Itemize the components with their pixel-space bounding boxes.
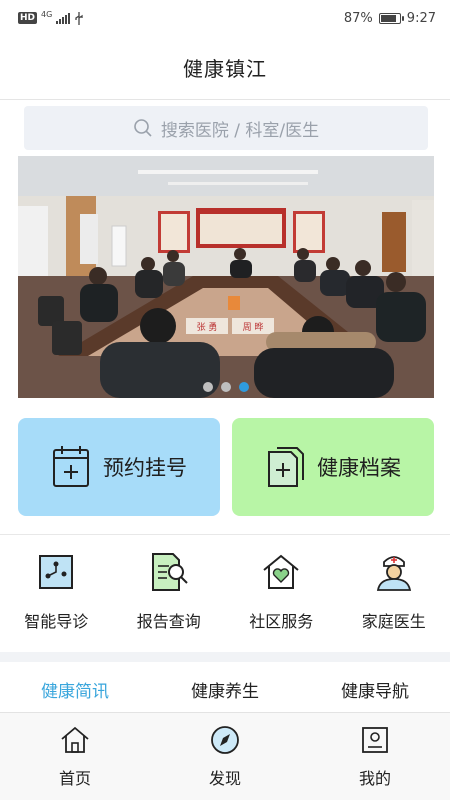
tab-health-care[interactable]: 健康养生 (150, 672, 300, 712)
service-family-doctor[interactable]: 家庭医生 (338, 552, 450, 640)
big-cards: 预约挂号 健康档案 (18, 418, 434, 516)
community-home-icon (263, 554, 299, 589)
banner-image: 张 勇 周 晔 (18, 156, 434, 398)
nameplate-2: 周 晔 (243, 321, 264, 333)
app-header: 健康镇江 (0, 36, 450, 100)
tab-health-navigation[interactable]: 健康导航 (300, 672, 450, 712)
service-label: 智能导诊 (24, 612, 89, 631)
appointment-button[interactable]: 预约挂号 (18, 418, 220, 516)
signal-icon (56, 12, 71, 24)
smart-guide-icon (39, 555, 74, 589)
battery-percent: 87% (343, 10, 373, 26)
carousel-dots (18, 382, 434, 392)
search-placeholder: 搜索医院 / 科室/医生 (160, 120, 320, 141)
carousel-dot[interactable] (239, 382, 249, 392)
service-smart-guide[interactable]: 智能导诊 (0, 552, 113, 640)
doctor-icon (376, 556, 411, 591)
news-tabs: 健康简讯 健康养生 健康导航 (0, 672, 450, 712)
status-bar: HD 4G 87% 9:27 (0, 0, 450, 36)
service-label: 报告查询 (136, 612, 201, 631)
health-record-label: 健康档案 (317, 456, 401, 480)
appointment-label: 预约挂号 (103, 456, 187, 480)
search-input[interactable]: 搜索医院 / 科室/医生 (24, 106, 428, 150)
hd-badge: HD (18, 12, 38, 24)
nav-label: 首页 (58, 769, 91, 788)
section-separator (0, 652, 450, 662)
nav-profile[interactable]: 我的 (300, 713, 450, 800)
nav-label: 我的 (358, 769, 391, 788)
carousel-dot[interactable] (203, 382, 213, 392)
nav-home[interactable]: 首页 (0, 713, 150, 800)
nav-discover[interactable]: 发现 (150, 713, 300, 800)
status-right: 87% 9:27 (344, 11, 436, 26)
network-type: 4G (41, 9, 53, 19)
clock: 9:27 (406, 10, 436, 26)
bottom-nav: 首页 发现 我的 (0, 712, 450, 800)
service-label: 社区服务 (249, 612, 314, 631)
report-search-icon (151, 553, 188, 591)
status-left: HD 4G (18, 9, 84, 25)
service-community[interactable]: 社区服务 (225, 552, 338, 640)
carousel-dot[interactable] (221, 382, 231, 392)
service-report-search[interactable]: 报告查询 (113, 552, 226, 640)
search-icon (134, 119, 152, 137)
service-label: 家庭医生 (361, 612, 426, 631)
calendar-plus-icon (53, 446, 89, 487)
divider (0, 534, 450, 535)
document-plus-icon (268, 447, 304, 487)
banner-carousel[interactable]: 张 勇 周 晔 (18, 156, 434, 398)
page-title: 健康镇江 (183, 57, 267, 81)
health-record-button[interactable]: 健康档案 (232, 418, 434, 516)
profile-icon (362, 727, 388, 753)
home-icon (61, 726, 89, 753)
battery-icon (378, 12, 404, 24)
nameplate-1: 张 勇 (197, 322, 218, 333)
nav-label: 发现 (208, 769, 241, 788)
tab-health-news[interactable]: 健康简讯 (0, 672, 150, 712)
service-grid: 智能导诊 报告查询 社区服务 家庭医生 (0, 552, 450, 640)
usb-icon (75, 11, 83, 25)
compass-icon (211, 726, 239, 754)
